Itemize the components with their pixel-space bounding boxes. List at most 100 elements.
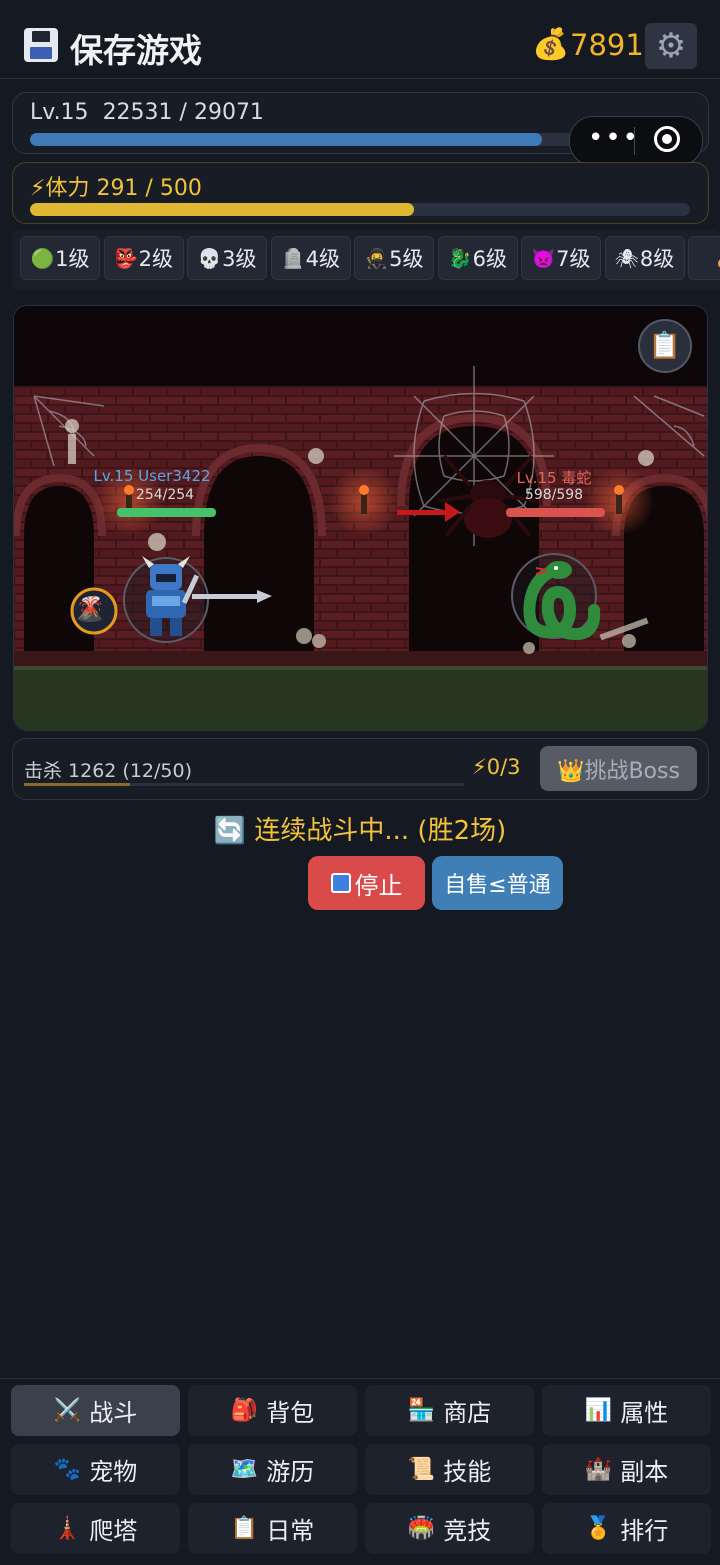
nav-icon: 🗺️: [230, 1457, 259, 1482]
nav-item-6[interactable]: 🗺️ 游历: [188, 1444, 357, 1495]
nav-label: 竞技: [443, 1517, 492, 1545]
nav-label: 日常: [266, 1517, 315, 1545]
level-tab-icon: 👿: [531, 247, 556, 270]
level-text: Lv.15 22531 / 29071: [30, 100, 278, 125]
volcano-skill-icon[interactable]: 🌋: [75, 595, 105, 623]
exp-value: 22531 / 29071: [102, 100, 264, 125]
level-tab-2[interactable]: 👺 2级: [103, 236, 184, 280]
nav-item-2[interactable]: 🎒 背包: [188, 1385, 357, 1436]
nav-label: 爬塔: [89, 1517, 138, 1545]
nav-item-11[interactable]: 🏟️ 竞技: [365, 1503, 534, 1554]
nav-label: 游历: [266, 1458, 315, 1486]
battle-scene: [13, 305, 708, 731]
player-name: Lv.15 User3422: [93, 467, 211, 485]
nav-icon: 🏅: [584, 1516, 613, 1541]
stop-button[interactable]: 停止: [308, 856, 425, 910]
player-hp-text: 254/254: [135, 487, 195, 503]
level-tab-9[interactable]: 🦂: [688, 236, 720, 280]
nav-icon: 🎒: [230, 1398, 259, 1423]
level-tab-icon: 🐉: [447, 247, 472, 270]
level-tab-4[interactable]: 🪦 4级: [270, 236, 351, 280]
level-tab-3[interactable]: 💀 3级: [187, 236, 267, 280]
nav-item-12[interactable]: 🏅 排行: [542, 1503, 711, 1554]
nav-label: 商店: [443, 1399, 492, 1427]
exp-bar-fill: [30, 133, 542, 146]
nav-item-5[interactable]: 🐾 宠物: [11, 1444, 180, 1495]
nav-icon: 🏰: [584, 1457, 613, 1482]
nav-icon: 📜: [407, 1457, 436, 1482]
enemy-name: Lv.15 毒蛇: [516, 469, 592, 487]
save-game-title[interactable]: 保存游戏: [70, 24, 202, 72]
nav-item-9[interactable]: 🗼 爬塔: [11, 1503, 180, 1554]
nav-item-7[interactable]: 📜 技能: [365, 1444, 534, 1495]
money-bag-icon: 💰: [532, 27, 570, 62]
nav-item-10[interactable]: 📋 日常: [188, 1503, 357, 1554]
player-hp-bar: [117, 508, 216, 517]
nav-item-1[interactable]: ⚔️ 战斗: [11, 1385, 180, 1436]
nav-item-8[interactable]: 🏰 副本: [542, 1444, 711, 1495]
nav-item-4[interactable]: 📊 属性: [542, 1385, 711, 1436]
stamina-text: ⚡体力 291 / 500: [30, 176, 202, 201]
autosell-button[interactable]: 自售≤普通: [432, 856, 563, 910]
nav-label: 属性: [620, 1399, 669, 1427]
stop-label: 停止: [354, 871, 403, 900]
boss-energy: ⚡0/3: [472, 755, 521, 779]
level-tab-label: 8级: [639, 247, 675, 271]
kill-count: 击杀 1262 (12/50): [24, 760, 193, 782]
close-mini-program-icon[interactable]: [654, 126, 680, 152]
floppy-disk-icon[interactable]: [24, 28, 58, 62]
stamina-bar: [30, 203, 690, 216]
challenge-boss-button[interactable]: 👑挑战Boss: [540, 746, 697, 791]
kill-progress-bar: [24, 783, 464, 786]
kill-progress-fill: [24, 783, 130, 786]
level-tab-label: 2级: [138, 247, 174, 271]
level-tabs: 🟢1级👺2级💀3级🪦4级🥷5级🐉6级👿7级🕷8级🦂: [12, 230, 720, 290]
level-tab-7[interactable]: 👿 7级: [521, 236, 601, 280]
level-tab-label: 7级: [556, 247, 591, 271]
nav-icon: 📋: [230, 1516, 259, 1541]
level-tab-6[interactable]: 🐉 6级: [437, 236, 518, 280]
enemy-hp-bar: [506, 508, 605, 517]
level-tab-label: 4级: [305, 247, 341, 271]
nav-label: 排行: [620, 1517, 669, 1545]
gear-icon: ⚙: [655, 26, 687, 66]
level-tab-icon: 👺: [113, 247, 138, 270]
battle-status: 🔄 连续战斗中... (胜2场): [213, 816, 507, 846]
nav-icon: ⚔️: [53, 1398, 82, 1423]
level-tab-label: 5级: [389, 247, 424, 271]
level-tab-5[interactable]: 🥷 5级: [354, 236, 434, 280]
nav-icon: 🗼: [53, 1516, 82, 1541]
level-tab-1[interactable]: 🟢 1级: [20, 236, 100, 280]
more-options-icon[interactable]: •••: [588, 123, 640, 153]
clipboard-icon: 📋: [648, 331, 682, 361]
nav-label: 副本: [620, 1458, 669, 1486]
level-label: Lv.15: [30, 100, 89, 125]
level-tab-8[interactable]: 🕷 8级: [604, 236, 685, 280]
bottom-nav: ⚔️ 战斗 🎒 背包 🏪 商店 📊 属性 🐾 宠物 🗺️ 游历 📜 技能 🏰 副本 🗼 爬塔 📋 日常 🏟️ 竞技 🏅 排行: [0, 1378, 720, 1565]
battle-log-button[interactable]: 📋: [638, 319, 692, 373]
enemy-hp-text: 598/598: [524, 487, 584, 503]
nav-label: 宠物: [89, 1458, 138, 1486]
nav-item-3[interactable]: 🏪 商店: [365, 1385, 534, 1436]
nav-icon: 🏪: [407, 1398, 436, 1423]
level-tab-label: 6级: [472, 247, 508, 271]
level-tab-label: 3级: [222, 247, 257, 271]
level-tab-label: 1级: [55, 247, 90, 271]
nav-label: 技能: [443, 1458, 492, 1486]
level-tab-icon: 🟢: [30, 247, 55, 270]
settings-button[interactable]: ⚙: [645, 23, 697, 69]
stop-square-icon: [330, 873, 351, 893]
nav-icon: 🏟️: [407, 1516, 436, 1541]
level-tab-icon: 🦂: [716, 247, 720, 270]
nav-label: 战斗: [89, 1399, 138, 1427]
level-tab-icon: 🕷: [614, 247, 639, 270]
capsule-divider: [634, 127, 635, 155]
nav-icon: 🐾: [53, 1457, 82, 1482]
nav-icon: 📊: [584, 1398, 613, 1423]
level-tab-icon: 💀: [197, 247, 222, 270]
level-tab-icon: 🪦: [280, 247, 305, 270]
level-tab-icon: 🥷: [364, 247, 389, 270]
stamina-bar-fill: [30, 203, 415, 216]
nav-label: 背包: [266, 1399, 315, 1427]
coin-count: 7891: [570, 28, 644, 62]
